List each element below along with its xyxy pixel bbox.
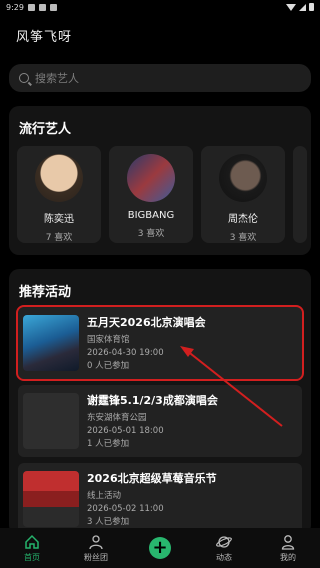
signal-icon <box>299 3 306 11</box>
app-header: 风筝飞呀 <box>0 14 320 56</box>
tab-profile[interactable]: 我的 <box>263 534 313 563</box>
event-title: 谢霆锋5.1/2/3成都演唱会 <box>87 393 218 407</box>
artist-card[interactable]: BIGBANG 3 喜欢 <box>109 146 193 243</box>
event-joined: 0 人已参加 <box>87 360 130 371</box>
bottom-tab-bar: 首页 粉丝团 + 动态 我的 <box>0 528 320 568</box>
wifi-icon <box>286 3 296 11</box>
artist-likes: 3 喜欢 <box>137 229 165 239</box>
profile-icon <box>280 534 296 550</box>
event-title: 2026北京超级草莓音乐节 <box>87 471 217 485</box>
event-title: 五月天2026北京演唱会 <box>87 315 206 329</box>
event-thumbnail <box>23 471 79 527</box>
tab-label: 粉丝团 <box>84 552 108 562</box>
notification-icon <box>27 3 35 11</box>
search-bar[interactable] <box>9 64 311 92</box>
artist-list[interactable]: 陈奕迅 7 喜欢 BIGBANG 3 喜欢 周杰伦 3 喜欢 <box>9 140 311 255</box>
event-datetime: 2026-05-01 18:00 <box>87 425 164 436</box>
avatar <box>35 154 83 202</box>
avatar <box>127 154 175 202</box>
event-item[interactable]: 谢霆锋5.1/2/3成都演唱会 东安湖体育公园 2026-05-01 18:00… <box>18 385 302 457</box>
notification-icon <box>49 3 57 11</box>
user-icon <box>88 534 104 550</box>
event-venue: 国家体育馆 <box>87 334 130 345</box>
search-input[interactable] <box>35 71 235 85</box>
artist-name: BIGBANG <box>127 210 175 221</box>
tab-label: 首页 <box>24 552 40 562</box>
tab-label: 动态 <box>216 552 232 562</box>
event-datetime: 2026-05-02 11:00 <box>87 503 164 514</box>
tab-home[interactable]: 首页 <box>7 534 57 563</box>
artist-name: 周杰伦 <box>228 214 258 225</box>
avatar <box>219 154 267 202</box>
battery-icon <box>309 3 314 11</box>
event-item[interactable]: 2026北京超级草莓音乐节 线上活动 2026-05-02 11:00 3 人已… <box>18 463 302 528</box>
artist-likes: 7 喜欢 <box>45 233 73 243</box>
event-venue: 东安湖体育公园 <box>87 412 147 423</box>
event-datetime: 2026-04-30 19:00 <box>87 347 164 358</box>
event-list: 五月天2026北京演唱会 国家体育馆 2026-04-30 19:00 0 人已… <box>9 303 311 528</box>
tab-feed[interactable]: 动态 <box>199 534 249 563</box>
section-title: 推荐活动 <box>19 285 72 300</box>
tab-create[interactable]: + <box>135 537 185 559</box>
plus-icon[interactable]: + <box>149 537 171 559</box>
tab-fan-club[interactable]: 粉丝团 <box>71 534 121 563</box>
page-title: 风筝飞呀 <box>16 29 73 45</box>
artist-card[interactable]: 陈奕迅 7 喜欢 <box>17 146 101 243</box>
event-venue: 线上活动 <box>87 490 122 501</box>
status-bar: 9:29 <box>0 0 320 14</box>
status-time: 9:29 <box>6 2 24 12</box>
artist-likes: 3 喜欢 <box>229 233 257 243</box>
event-thumbnail <box>23 393 79 449</box>
artist-name: 陈奕迅 <box>44 214 74 225</box>
main-content[interactable]: 流行艺人 陈奕迅 7 喜欢 BIGBANG 3 喜欢 周杰伦 3 喜欢 推荐活动 <box>0 56 320 528</box>
event-joined: 1 人已参加 <box>87 438 130 449</box>
tab-label: 我的 <box>280 552 296 562</box>
notification-icon <box>38 3 46 11</box>
event-thumbnail <box>23 315 79 371</box>
artist-card[interactable]: 周杰伦 3 喜欢 <box>201 146 285 243</box>
trending-artists-card: 流行艺人 陈奕迅 7 喜欢 BIGBANG 3 喜欢 周杰伦 3 喜欢 <box>9 106 311 255</box>
artist-card[interactable] <box>293 146 307 243</box>
event-joined: 3 人已参加 <box>87 516 130 527</box>
home-icon <box>24 534 40 550</box>
search-icon <box>19 73 29 83</box>
event-item[interactable]: 五月天2026北京演唱会 国家体育馆 2026-04-30 19:00 0 人已… <box>16 305 304 381</box>
planet-icon <box>216 534 232 550</box>
section-title: 流行艺人 <box>19 122 72 137</box>
recommended-events-card: 推荐活动 五月天2026北京演唱会 国家体育馆 2026-04-30 19:00… <box>9 269 311 528</box>
